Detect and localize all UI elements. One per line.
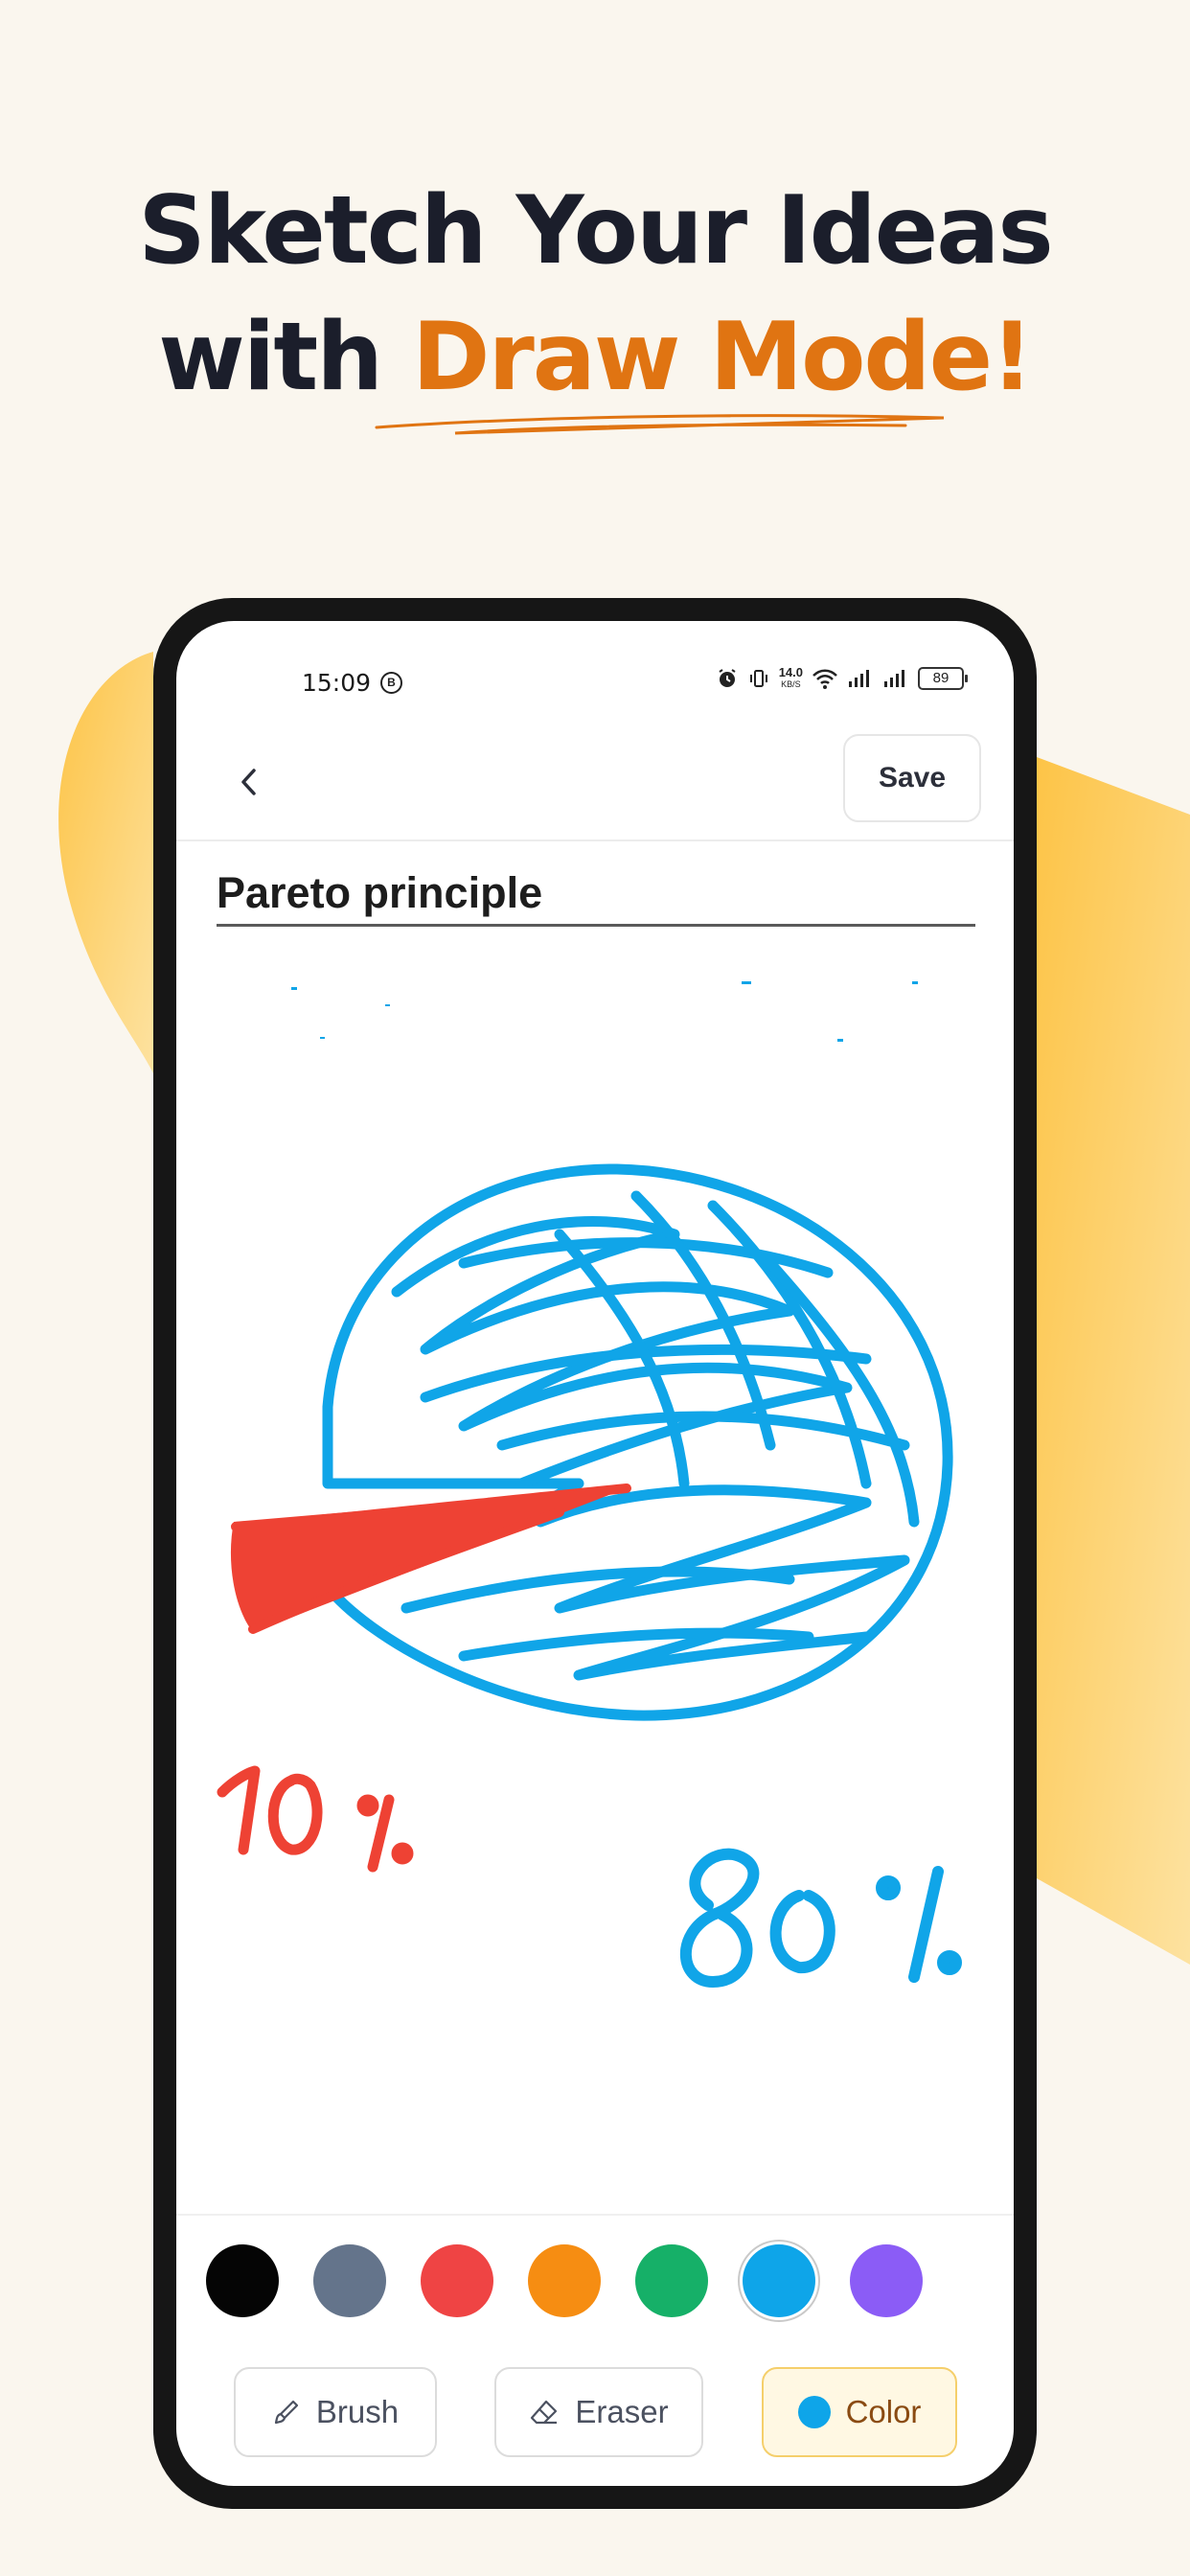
back-button[interactable] (215, 748, 284, 816)
headline-prefix: with (158, 303, 413, 412)
swatch-purple[interactable] (850, 2244, 923, 2317)
battery-icon: 89 (918, 667, 968, 690)
app-bar: Save (176, 726, 1014, 841)
drawing-canvas[interactable] (176, 947, 1014, 2181)
net-speed-unit: KB/S (781, 679, 801, 689)
status-time: 15:09 (302, 669, 372, 697)
headline-line-1: Sketch Your Ideas (138, 176, 1053, 286)
label-10-percent (217, 1765, 414, 1873)
color-palette (176, 2214, 1014, 2359)
color-label: Color (845, 2394, 922, 2429)
stray-marks (291, 981, 918, 1042)
chevron-left-icon (241, 769, 256, 795)
headline-accent: Draw Mode! (412, 303, 1034, 412)
wifi-icon (812, 669, 837, 689)
vibrate-icon (749, 670, 767, 687)
status-icons: 14.0 KB/S 89 (716, 665, 968, 690)
scribble-underline (375, 414, 945, 435)
alarm-icon (719, 669, 736, 687)
eraser-label: Eraser (575, 2394, 669, 2429)
swatch-blue[interactable] (743, 2244, 815, 2317)
headline: Sketch Your Ideas with Draw Mode! (0, 168, 1190, 421)
signal-icon-1 (849, 670, 869, 687)
swatch-black[interactable] (206, 2244, 279, 2317)
eraser-button[interactable]: Eraser (494, 2367, 703, 2457)
swatch-green[interactable] (635, 2244, 708, 2317)
brush-label: Brush (315, 2394, 400, 2429)
save-button[interactable]: Save (843, 734, 981, 822)
note-title-input[interactable]: Pareto principle (217, 864, 975, 927)
net-speed: 14.0 KB/S (778, 665, 803, 690)
phone-screen: 15:09 B 14.0 KB/S 89 Save Pareto princip… (176, 621, 1014, 2486)
swatch-red[interactable] (421, 2244, 493, 2317)
headline-line-2: with Draw Mode! (0, 294, 1190, 421)
eraser-icon (531, 2400, 558, 2425)
phone-frame: 15:09 B 14.0 KB/S 89 Save Pareto princip… (153, 598, 1037, 2509)
current-color-dot (797, 2396, 831, 2428)
brush-button[interactable]: Brush (234, 2367, 437, 2457)
swatch-orange[interactable] (528, 2244, 601, 2317)
brush-icon (274, 2400, 298, 2425)
blue-pie-slice (322, 1163, 953, 1721)
label-80-percent (679, 1848, 962, 1988)
signal-icon-2 (884, 670, 904, 687)
net-speed-value: 14.0 (778, 665, 803, 679)
swatch-slate[interactable] (313, 2244, 386, 2317)
color-button[interactable]: Color (762, 2367, 957, 2457)
status-bar: 15:09 B 14.0 KB/S 89 (176, 659, 1014, 707)
b-badge-icon: B (380, 672, 402, 694)
